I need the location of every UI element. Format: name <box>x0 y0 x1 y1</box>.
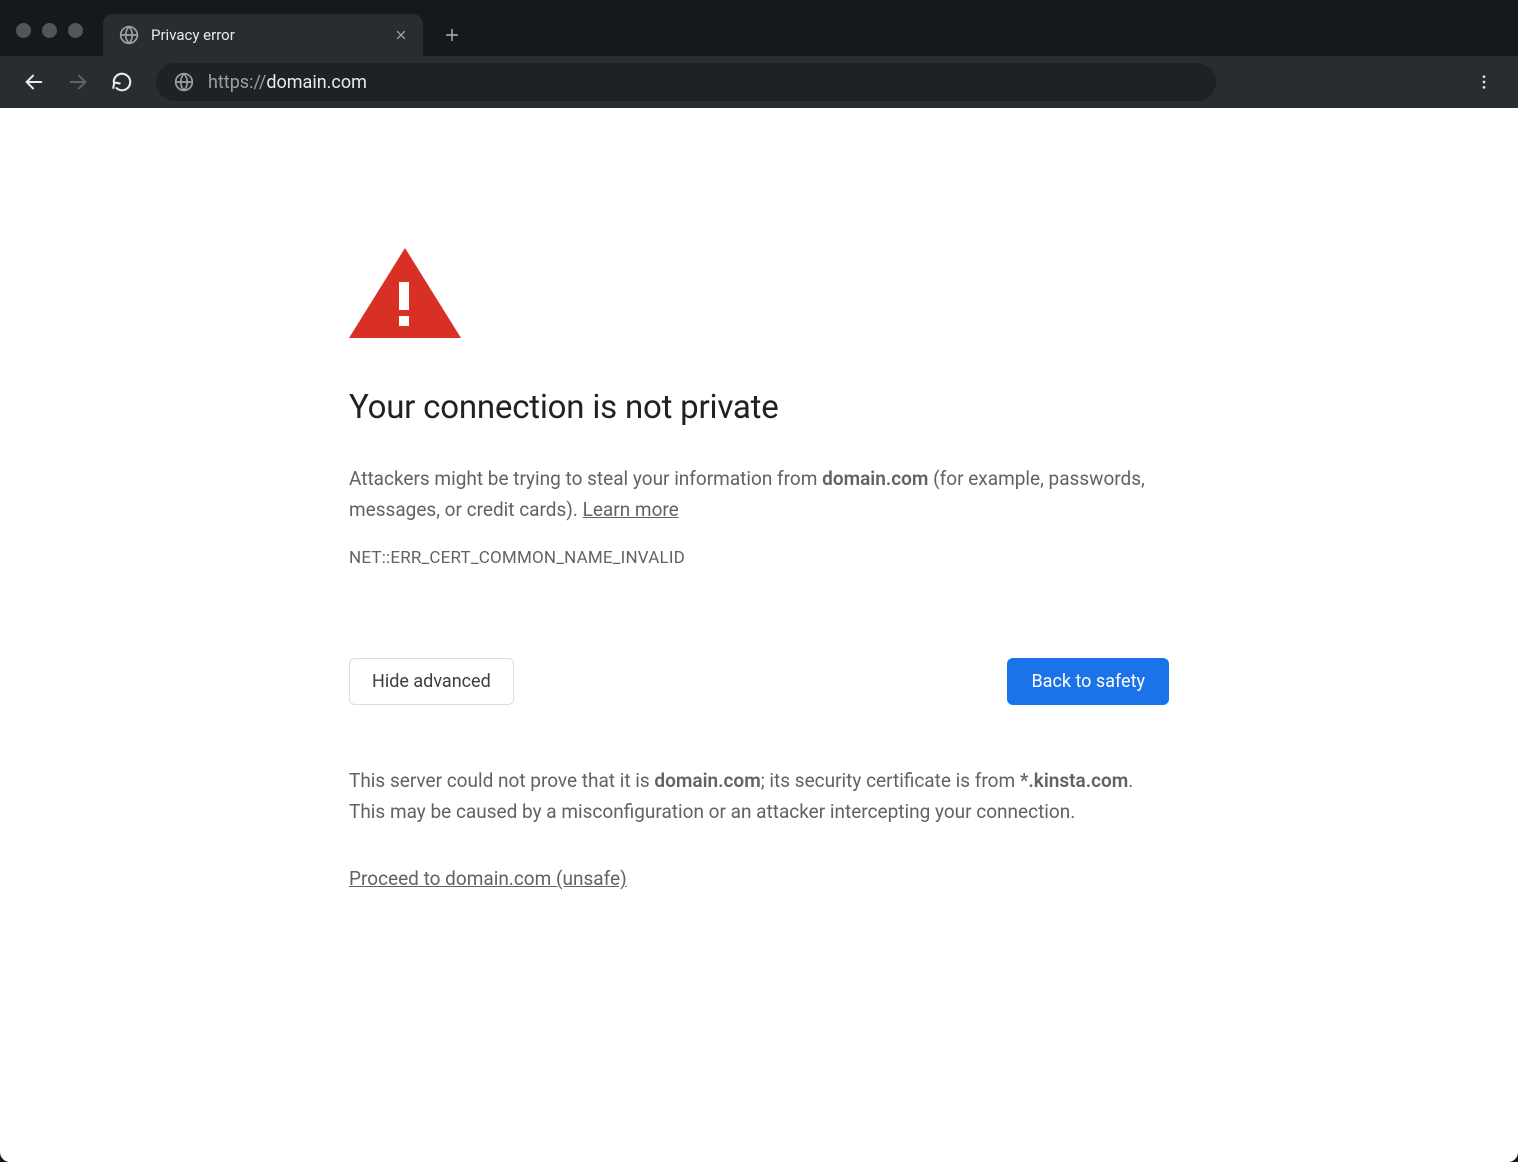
forward-button[interactable] <box>60 64 96 100</box>
error-domain: domain.com <box>822 467 928 490</box>
adv-cert-domain: *.kinsta.com <box>1020 769 1128 792</box>
button-row: Hide advanced Back to safety <box>349 658 1169 705</box>
learn-more-link[interactable]: Learn more <box>583 498 679 521</box>
error-code: NET::ERR_CERT_COMMON_NAME_INVALID <box>349 548 1169 568</box>
advanced-explanation: This server could not prove that it is d… <box>349 765 1169 828</box>
reload-button[interactable] <box>104 64 140 100</box>
proceed-unsafe-link[interactable]: Proceed to domain.com (unsafe) <box>349 867 627 890</box>
hide-advanced-button[interactable]: Hide advanced <box>349 658 514 705</box>
adv-domain: domain.com <box>654 769 760 792</box>
page-content: Your connection is not private Attackers… <box>0 108 1518 1162</box>
toolbar: https://domain.com <box>0 56 1518 108</box>
error-body: Attackers might be trying to steal your … <box>349 463 1169 526</box>
window-maximize-button[interactable] <box>68 23 83 38</box>
tab-title: Privacy error <box>151 26 379 44</box>
back-to-safety-button[interactable]: Back to safety <box>1007 658 1169 705</box>
window-minimize-button[interactable] <box>42 23 57 38</box>
globe-icon <box>174 72 194 92</box>
ssl-error-interstitial: Your connection is not private Attackers… <box>349 108 1169 930</box>
browser-tab[interactable]: Privacy error <box>103 14 423 56</box>
error-headline: Your connection is not private <box>349 388 1169 427</box>
window-close-button[interactable] <box>16 23 31 38</box>
globe-icon <box>119 25 139 45</box>
window-controls <box>16 23 103 56</box>
back-button[interactable] <box>16 64 52 100</box>
address-bar[interactable]: https://domain.com <box>156 63 1216 101</box>
address-text: https://domain.com <box>208 72 367 93</box>
browser-menu-button[interactable] <box>1466 64 1502 100</box>
url-protocol: https:// <box>208 72 266 93</box>
tab-strip: Privacy error <box>0 0 1518 56</box>
close-tab-button[interactable] <box>391 25 411 45</box>
warning-icon <box>349 248 449 338</box>
url-domain: domain.com <box>266 72 367 93</box>
new-tab-button[interactable] <box>435 18 469 52</box>
